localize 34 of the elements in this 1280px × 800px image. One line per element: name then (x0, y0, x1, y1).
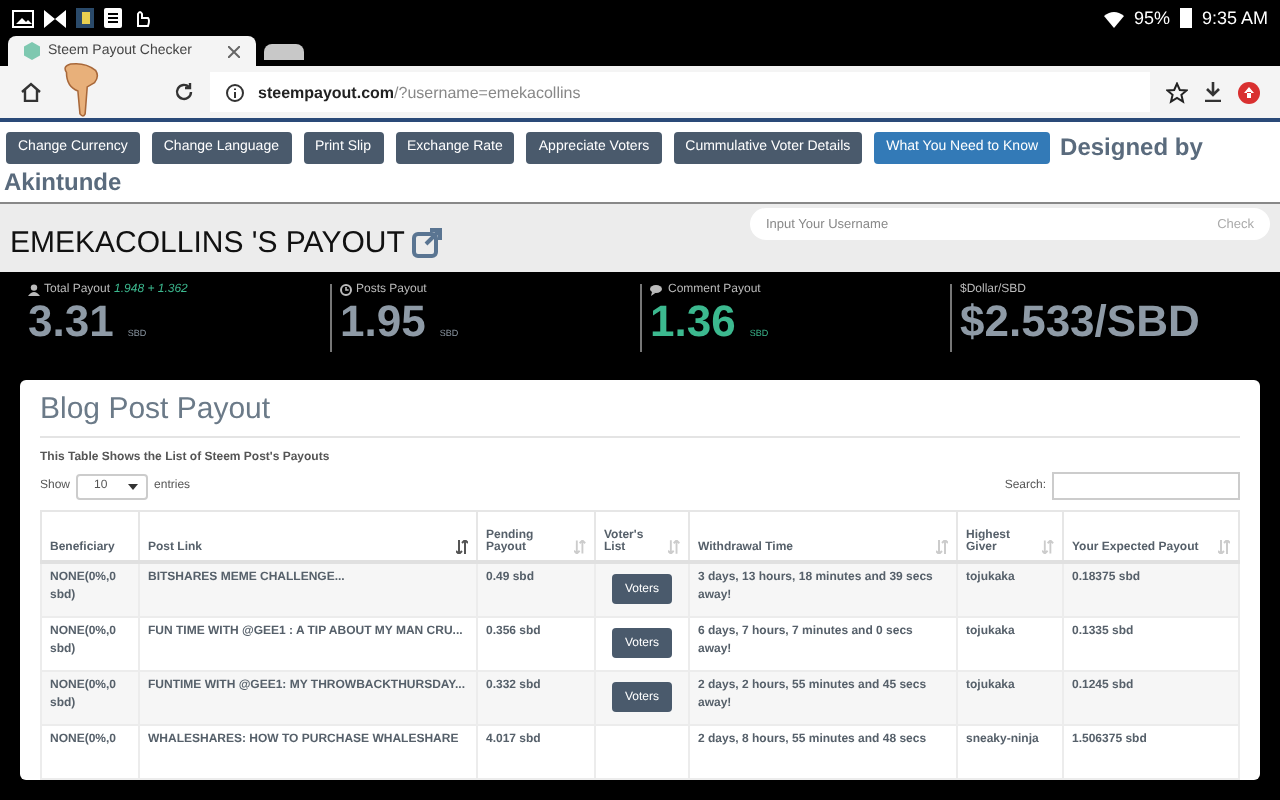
reload-icon[interactable] (174, 82, 194, 102)
star-icon[interactable] (1166, 81, 1188, 103)
external-link-icon[interactable] (412, 227, 443, 257)
clock: 9:35 AM (1201, 8, 1268, 28)
wifi-icon (1103, 9, 1124, 27)
gallery-icon (12, 9, 34, 27)
stat-value: 1.95 (340, 296, 426, 348)
browser-tab[interactable] (264, 44, 304, 60)
close-icon[interactable] (228, 45, 240, 57)
search-field[interactable] (1052, 472, 1240, 500)
stat-value: 1.36 (650, 296, 736, 348)
card-title: Blog Post Payout (40, 390, 273, 430)
address-bar[interactable]: steempayout.com/?username=emekacollins (210, 72, 1150, 112)
user-icon (28, 284, 40, 296)
hexagon-icon (24, 42, 40, 60)
pointing-hand-drawing (60, 62, 102, 118)
clock-icon (340, 284, 352, 296)
app-icon (76, 8, 94, 28)
stat-value: $2.533/SBD (960, 296, 1200, 348)
battery-level: 95% (1133, 8, 1170, 28)
caret-icon (128, 483, 139, 489)
info-icon (226, 83, 244, 101)
document-icon (104, 8, 122, 28)
hand-icon (132, 8, 152, 28)
home-icon[interactable] (20, 82, 42, 102)
stat-value: 3.31 (28, 296, 114, 348)
designer-credit: Designed by (1060, 132, 1203, 161)
designer-name: Akintunde (4, 168, 122, 196)
extension-icon[interactable] (1238, 81, 1260, 103)
chat-icon (650, 284, 664, 296)
download-icon[interactable] (1204, 82, 1222, 102)
bowtie-icon (44, 9, 66, 27)
payout-title: EMEKACOLLINS 'S PAYOUT (10, 225, 405, 259)
battery-icon (1179, 8, 1192, 28)
